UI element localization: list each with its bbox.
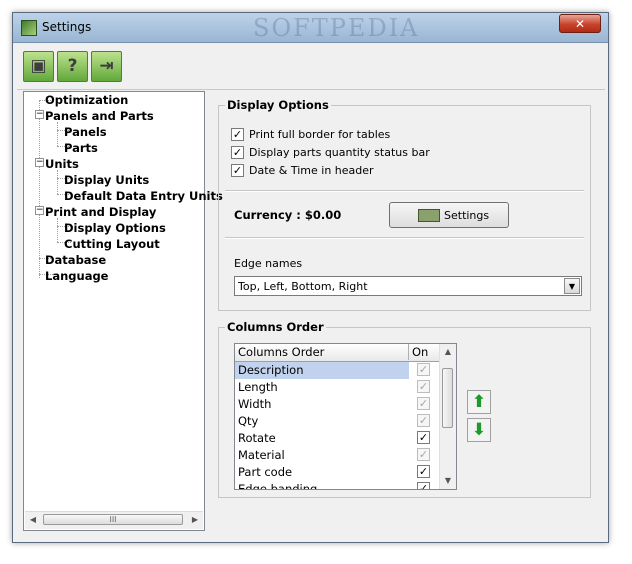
tree-line bbox=[57, 218, 58, 242]
row-on-checkbox[interactable]: ✓ bbox=[417, 397, 430, 410]
watermark-text: SOFTPEDIA bbox=[253, 14, 420, 42]
tree-line bbox=[39, 100, 40, 278]
scroll-up-icon[interactable]: ▲ bbox=[442, 346, 454, 358]
help-button[interactable]: ? bbox=[57, 51, 88, 82]
save-icon: ▣ bbox=[30, 56, 47, 76]
quantity-status-bar-label: Display parts quantity status bar bbox=[249, 146, 430, 159]
row-on-checkbox[interactable]: ✓ bbox=[417, 448, 430, 461]
row-name: Material bbox=[238, 448, 285, 462]
tree-expander-icon[interactable]: − bbox=[35, 158, 44, 167]
edge-names-value: Top, Left, Bottom, Right bbox=[238, 280, 368, 293]
tree-item-panels[interactable]: Panels bbox=[64, 125, 107, 139]
row-name: Description bbox=[238, 363, 304, 377]
divider bbox=[225, 237, 584, 239]
row-on-checkbox[interactable]: ✓ bbox=[417, 380, 430, 393]
columns-order-group: Columns Order Columns Order On Descripti… bbox=[218, 320, 591, 498]
save-button[interactable]: ▣ bbox=[23, 51, 54, 82]
row-name: Edge banding bbox=[238, 482, 318, 490]
tree-item-optimization[interactable]: Optimization bbox=[45, 93, 128, 107]
quantity-status-bar-checkbox[interactable]: ✓ bbox=[231, 146, 244, 159]
help-icon: ? bbox=[67, 56, 78, 76]
display-options-group: Display Options ✓ Print full border for … bbox=[218, 98, 591, 311]
scroll-right-icon[interactable]: ▶ bbox=[189, 514, 201, 526]
row-name: Qty bbox=[238, 414, 259, 428]
scrollbar-thumb[interactable]: III bbox=[43, 514, 183, 525]
column-header-on[interactable]: On bbox=[409, 344, 441, 360]
tree-item-parts[interactable]: Parts bbox=[64, 141, 98, 155]
date-time-header-label: Date & Time in header bbox=[249, 164, 374, 177]
currency-settings-label: Settings bbox=[444, 209, 490, 222]
settings-window: Settings SOFTPEDIA ✕ ▣ ? ⇥ − − − Optimiz… bbox=[12, 12, 609, 543]
scrollbar-thumb[interactable] bbox=[442, 368, 453, 428]
move-up-button[interactable]: ⬆ bbox=[467, 390, 491, 414]
scroll-left-icon[interactable]: ◀ bbox=[27, 514, 39, 526]
row-name: Part code bbox=[238, 465, 293, 479]
row-on-checkbox[interactable]: ✓ bbox=[417, 414, 430, 427]
print-full-border-checkbox[interactable]: ✓ bbox=[231, 128, 244, 141]
row-name: Length bbox=[238, 380, 278, 394]
row-on-checkbox[interactable]: ✓ bbox=[417, 482, 430, 489]
edge-names-label: Edge names bbox=[234, 257, 303, 270]
money-icon bbox=[418, 209, 440, 222]
row-on-checkbox[interactable]: ✓ bbox=[417, 363, 430, 376]
tree-item-display-units[interactable]: Display Units bbox=[64, 173, 149, 187]
title-bar[interactable]: Settings SOFTPEDIA ✕ bbox=[13, 13, 608, 43]
chevron-down-icon[interactable]: ▼ bbox=[564, 278, 580, 294]
list-row-length[interactable]: Length bbox=[235, 379, 409, 396]
close-icon: ✕ bbox=[574, 17, 586, 31]
edge-names-dropdown[interactable]: Top, Left, Bottom, Right ▼ bbox=[234, 276, 582, 296]
tree-line bbox=[57, 170, 58, 194]
columns-order-title: Columns Order bbox=[225, 320, 326, 334]
row-name: Width bbox=[238, 397, 272, 411]
list-row-material[interactable]: Material bbox=[235, 447, 409, 464]
window-title: Settings bbox=[42, 20, 92, 34]
tree-item-language[interactable]: Language bbox=[45, 269, 109, 283]
currency-label: Currency : $0.00 bbox=[234, 208, 342, 222]
tree-item-database[interactable]: Database bbox=[45, 253, 106, 267]
list-header: Columns Order On bbox=[235, 344, 441, 362]
tree-item-panels-and-parts[interactable]: Panels and Parts bbox=[45, 109, 154, 123]
date-time-header-checkbox[interactable]: ✓ bbox=[231, 164, 244, 177]
tree-item-cutting-layout[interactable]: Cutting Layout bbox=[64, 237, 160, 251]
list-row-width[interactable]: Width bbox=[235, 396, 409, 413]
close-button[interactable]: ✕ bbox=[559, 14, 601, 33]
list-row-qty[interactable]: Qty bbox=[235, 413, 409, 430]
tree-expander-icon[interactable]: − bbox=[35, 206, 44, 215]
tree-line bbox=[57, 122, 58, 146]
tree-item-print-and-display[interactable]: Print and Display bbox=[45, 205, 156, 219]
arrow-up-icon: ⬆ bbox=[471, 392, 487, 412]
list-row-edge-banding[interactable]: Edge banding bbox=[235, 481, 409, 490]
arrow-down-icon: ⬇ bbox=[471, 420, 487, 440]
row-on-checkbox[interactable]: ✓ bbox=[417, 465, 430, 478]
print-full-border-label: Print full border for tables bbox=[249, 128, 391, 141]
tree-horizontal-scrollbar[interactable]: ◀ III ▶ bbox=[25, 511, 203, 529]
scroll-down-icon[interactable]: ▼ bbox=[442, 475, 454, 487]
settings-tree[interactable]: − − − Optimization Panels and Parts Pane… bbox=[23, 91, 223, 531]
toolbar: ▣ ? ⇥ bbox=[17, 49, 605, 90]
list-row-rotate[interactable]: Rotate bbox=[235, 430, 409, 447]
display-options-title: Display Options bbox=[225, 98, 331, 112]
exit-button[interactable]: ⇥ bbox=[91, 51, 122, 82]
columns-order-list[interactable]: Columns Order On Description ✓ Length ✓ … bbox=[234, 343, 457, 490]
move-down-button[interactable]: ⬇ bbox=[467, 418, 491, 442]
tree-item-units[interactable]: Units bbox=[45, 157, 79, 171]
app-icon bbox=[21, 20, 37, 36]
exit-icon: ⇥ bbox=[99, 56, 114, 76]
column-header-name[interactable]: Columns Order bbox=[235, 344, 409, 360]
list-row-description[interactable]: Description bbox=[235, 362, 409, 379]
list-row-part-code[interactable]: Part code bbox=[235, 464, 409, 481]
currency-settings-button[interactable]: Settings bbox=[389, 202, 509, 228]
tree-expander-icon[interactable]: − bbox=[35, 110, 44, 119]
tree-item-display-options[interactable]: Display Options bbox=[64, 221, 166, 235]
row-on-checkbox[interactable]: ✓ bbox=[417, 431, 430, 444]
row-name: Rotate bbox=[238, 431, 276, 445]
list-vertical-scrollbar[interactable]: ▲ ▼ bbox=[439, 344, 456, 489]
divider bbox=[225, 190, 584, 192]
tree-item-default-data-entry-units[interactable]: Default Data Entry Units bbox=[64, 189, 223, 203]
